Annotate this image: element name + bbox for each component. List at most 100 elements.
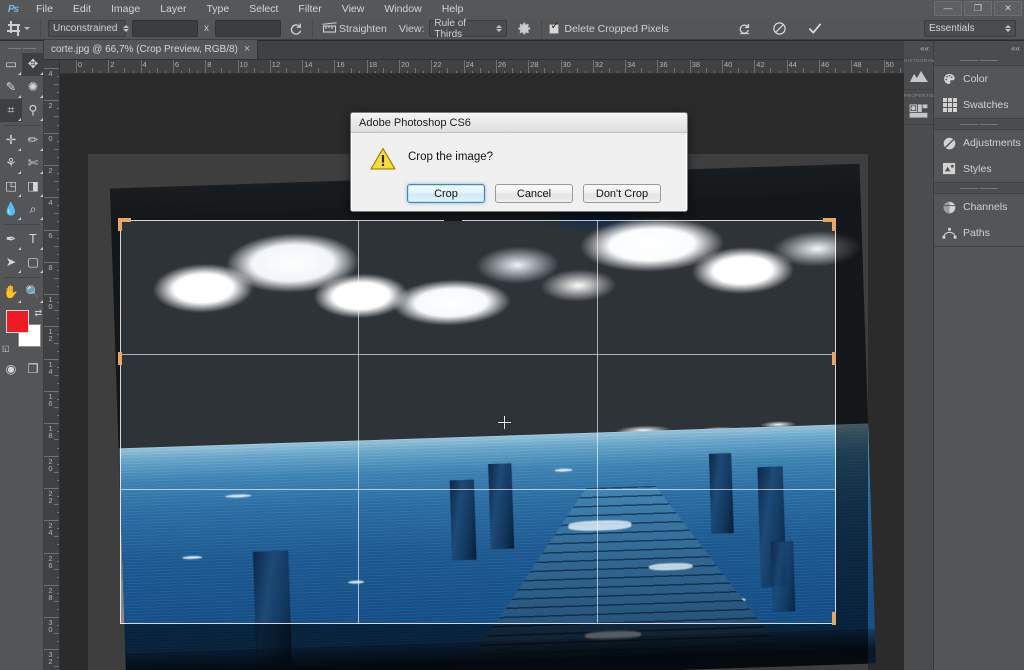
tool-expand-icon[interactable]: [18, 118, 21, 121]
tool-expand-icon[interactable]: [18, 148, 21, 151]
crop-tool[interactable]: ⌗: [0, 99, 22, 122]
menu-item-file[interactable]: File: [26, 0, 63, 18]
adjustments-panel[interactable]: Adjustments: [934, 130, 1024, 156]
cancel-icon[interactable]: [770, 19, 789, 38]
menu-item-image[interactable]: Image: [101, 0, 150, 18]
maximize-button[interactable]: ❐: [964, 1, 992, 16]
menu-item-help[interactable]: Help: [432, 0, 474, 18]
tool-expand-icon[interactable]: [18, 72, 21, 75]
marquee-tool[interactable]: ▭: [0, 53, 22, 76]
histogram-panel-tab[interactable]: HISTOGRAM: [904, 55, 935, 90]
styles-panel[interactable]: Styles: [934, 156, 1024, 182]
move-tool[interactable]: ✥: [22, 53, 44, 76]
straighten-icon[interactable]: [320, 19, 339, 38]
commit-checkmark-icon[interactable]: [805, 19, 824, 38]
document-tab[interactable]: corte.jpg @ 66,7% (Crop Preview, RGB/8) …: [44, 40, 259, 59]
tool-expand-icon[interactable]: [18, 247, 21, 250]
stepper-icon[interactable]: [496, 25, 503, 32]
menu-item-filter[interactable]: Filter: [288, 0, 331, 18]
tool-expand-icon[interactable]: [40, 95, 43, 98]
crop-handle-top-right-h[interactable]: [823, 218, 836, 222]
stepper-icon[interactable]: [123, 25, 130, 32]
rectangle-shape-tool[interactable]: ▢: [22, 251, 44, 274]
channels-panel[interactable]: Channels: [934, 194, 1024, 220]
tools-panel-grip[interactable]: [0, 43, 43, 53]
swap-colors-icon[interactable]: ⇄: [34, 308, 42, 319]
eyedropper-tool[interactable]: ⚲: [22, 99, 44, 122]
clone-stamp-tool[interactable]: ⚘: [0, 152, 22, 175]
swatches-panel[interactable]: Swatches: [934, 92, 1024, 118]
tool-expand-icon[interactable]: [40, 72, 43, 75]
crop-height-input[interactable]: [215, 20, 281, 37]
screen-mode-icon[interactable]: ❐: [22, 358, 44, 381]
blur-tool[interactable]: 💧: [0, 198, 22, 221]
gear-icon[interactable]: [515, 19, 534, 38]
tool-expand-icon[interactable]: [40, 247, 43, 250]
crop-handle-top-left-h[interactable]: [118, 218, 131, 222]
crop-width-input[interactable]: [132, 20, 198, 37]
expand-panels-icon[interactable]: ««: [934, 41, 1024, 55]
tool-expand-icon[interactable]: [40, 118, 43, 121]
zoom-tool[interactable]: 🔍: [22, 281, 44, 304]
panel-group-grip[interactable]: [934, 183, 1024, 194]
close-button[interactable]: ✕: [994, 1, 1022, 16]
tool-expand-icon[interactable]: [40, 300, 43, 303]
crop-rectangle[interactable]: [120, 220, 836, 624]
tool-expand-icon[interactable]: [40, 171, 43, 174]
horizontal-ruler[interactable]: 0 2 4 6 8 10 12 14 16 18 20 22 24 26 28 30 32 34 36 38 40 42 4…: [44, 60, 904, 74]
tool-expand-icon[interactable]: [40, 217, 43, 220]
cancel-button[interactable]: Cancel: [495, 184, 573, 203]
vertical-ruler[interactable]: 4 2 0 2 4 6 8 10 12 14 16 18 20 22 24 26 28 30 32: [44, 60, 60, 670]
panel-group-grip[interactable]: [934, 55, 1024, 66]
collapse-panels-icon[interactable]: ««: [904, 41, 933, 55]
brush-tool[interactable]: ✏: [22, 129, 44, 152]
overlay-select[interactable]: Rule of Thirds: [429, 18, 508, 40]
menu-item-view[interactable]: View: [332, 0, 375, 18]
menu-item-type[interactable]: Type: [196, 0, 239, 18]
hand-tool[interactable]: ✋: [0, 281, 22, 304]
menu-item-window[interactable]: Window: [374, 0, 431, 18]
menu-item-select[interactable]: Select: [239, 0, 288, 18]
color-panel[interactable]: Color: [934, 66, 1024, 92]
close-icon[interactable]: ×: [244, 44, 250, 55]
foreground-color-swatch[interactable]: [6, 310, 29, 333]
quick-selection-tool[interactable]: ✺: [22, 76, 44, 99]
tool-expand-icon[interactable]: [40, 270, 43, 273]
crop-handle-top-center[interactable]: [444, 216, 462, 221]
history-brush-tool[interactable]: ✄: [22, 152, 44, 175]
tool-expand-icon[interactable]: [18, 300, 21, 303]
tool-expand-icon[interactable]: [40, 194, 43, 197]
quick-mask-icon[interactable]: ◉: [0, 358, 22, 381]
tool-expand-icon[interactable]: [18, 95, 21, 98]
rotate-swap-icon[interactable]: [286, 19, 305, 38]
pen-tool[interactable]: ✒: [0, 228, 22, 251]
menu-item-edit[interactable]: Edit: [63, 0, 101, 18]
crop-ratio-select[interactable]: Unconstrained: [48, 20, 130, 37]
gradient-tool[interactable]: ◨: [22, 175, 44, 198]
tool-expand-icon[interactable]: [18, 171, 21, 174]
chevron-down-icon[interactable]: [24, 27, 30, 30]
crop-handle-left-middle[interactable]: [118, 352, 122, 365]
menu-item-layer[interactable]: Layer: [150, 0, 196, 18]
properties-panel-tab[interactable]: PROPERTIES: [904, 90, 937, 125]
delete-cropped-pixels-checkbox[interactable]: Delete Cropped Pixels: [549, 21, 669, 35]
tool-expand-icon[interactable]: [18, 270, 21, 273]
spot-healing-tool[interactable]: ✛: [0, 129, 22, 152]
crop-handle-bottom-right[interactable]: [832, 612, 836, 625]
straighten-label[interactable]: Straighten: [339, 23, 387, 35]
lasso-tool[interactable]: ✎: [0, 76, 22, 99]
path-selection-tool[interactable]: ➤: [0, 251, 22, 274]
reset-icon[interactable]: [735, 19, 754, 38]
panel-group-grip[interactable]: [934, 119, 1024, 130]
crop-tool-indicator[interactable]: [4, 20, 33, 37]
tool-expand-icon[interactable]: [18, 217, 21, 220]
crop-button[interactable]: Crop: [407, 184, 485, 203]
tool-expand-icon[interactable]: [18, 194, 21, 197]
type-tool[interactable]: T: [22, 228, 44, 251]
dont-crop-button[interactable]: Don't Crop: [583, 184, 661, 203]
minimize-button[interactable]: —: [934, 1, 962, 16]
paths-panel[interactable]: Paths: [934, 220, 1024, 246]
dodge-tool[interactable]: ⌕: [22, 198, 44, 221]
workspace-select[interactable]: Essentials: [924, 20, 1016, 37]
eraser-tool[interactable]: ◳: [0, 175, 22, 198]
